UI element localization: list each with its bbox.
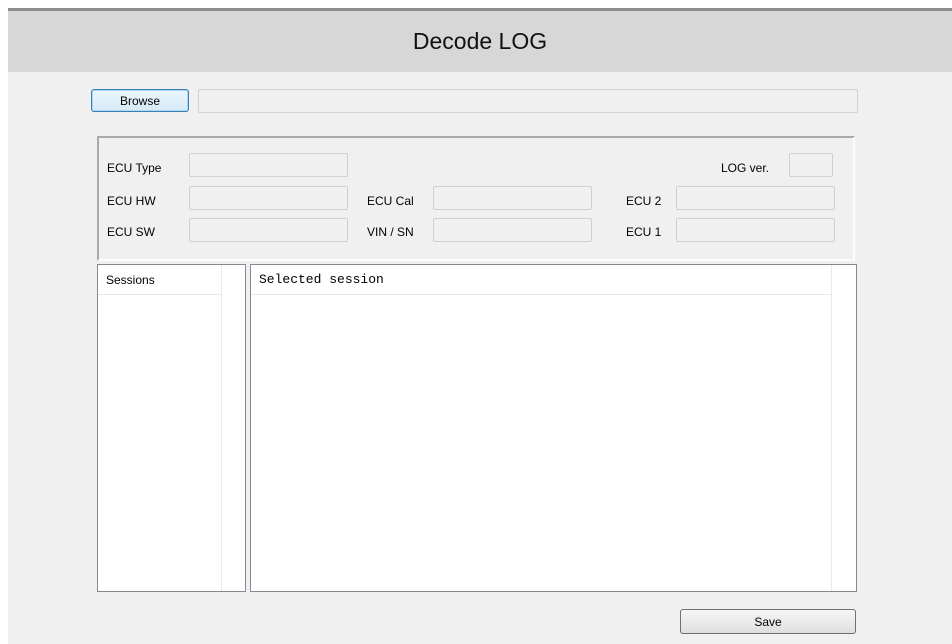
ecu-hw-label: ECU HW: [107, 194, 156, 208]
ecu-type-label: ECU Type: [107, 161, 162, 175]
sessions-list[interactable]: Sessions: [97, 264, 246, 592]
window-title: Decode LOG: [412, 28, 548, 54]
selected-session-column-separator: [831, 265, 832, 591]
browse-button-label: Browse: [119, 93, 160, 108]
log-ver-label: LOG ver.: [721, 161, 770, 175]
ecu-1-field[interactable]: [676, 218, 835, 242]
ecu-2-label: ECU 2: [626, 194, 662, 208]
decode-log-window: Decode LOG Browse ECU Type LOG ver. ECU …: [8, 8, 952, 644]
ecu-sw-label: ECU SW: [107, 225, 155, 239]
title-bar: Decode LOG: [8, 11, 952, 72]
ecu-1-label: ECU 1: [626, 225, 662, 239]
save-button[interactable]: Save: [680, 609, 856, 634]
ecu-sw-field[interactable]: [189, 218, 348, 242]
vin-sn-label: VIN / SN: [367, 225, 414, 239]
vin-sn-field[interactable]: [433, 218, 592, 242]
selected-session-list[interactable]: Selected session: [250, 264, 857, 592]
selected-session-header-label: Selected session: [259, 272, 384, 287]
sessions-header-label: Sessions: [106, 272, 155, 287]
ecu-cal-field[interactable]: [433, 186, 592, 210]
ecu-2-field[interactable]: [676, 186, 835, 210]
sessions-column-header[interactable]: Sessions: [98, 265, 221, 295]
file-path-field[interactable]: [198, 89, 858, 113]
selected-session-column-header[interactable]: Selected session: [251, 265, 831, 295]
browse-button[interactable]: Browse: [91, 89, 189, 112]
ecu-type-field[interactable]: [189, 153, 348, 177]
ecu-hw-field[interactable]: [189, 186, 348, 210]
ecu-cal-label: ECU Cal: [367, 194, 414, 208]
sessions-column-separator: [221, 265, 222, 591]
log-ver-field[interactable]: [789, 153, 833, 177]
save-button-label: Save: [754, 614, 782, 629]
